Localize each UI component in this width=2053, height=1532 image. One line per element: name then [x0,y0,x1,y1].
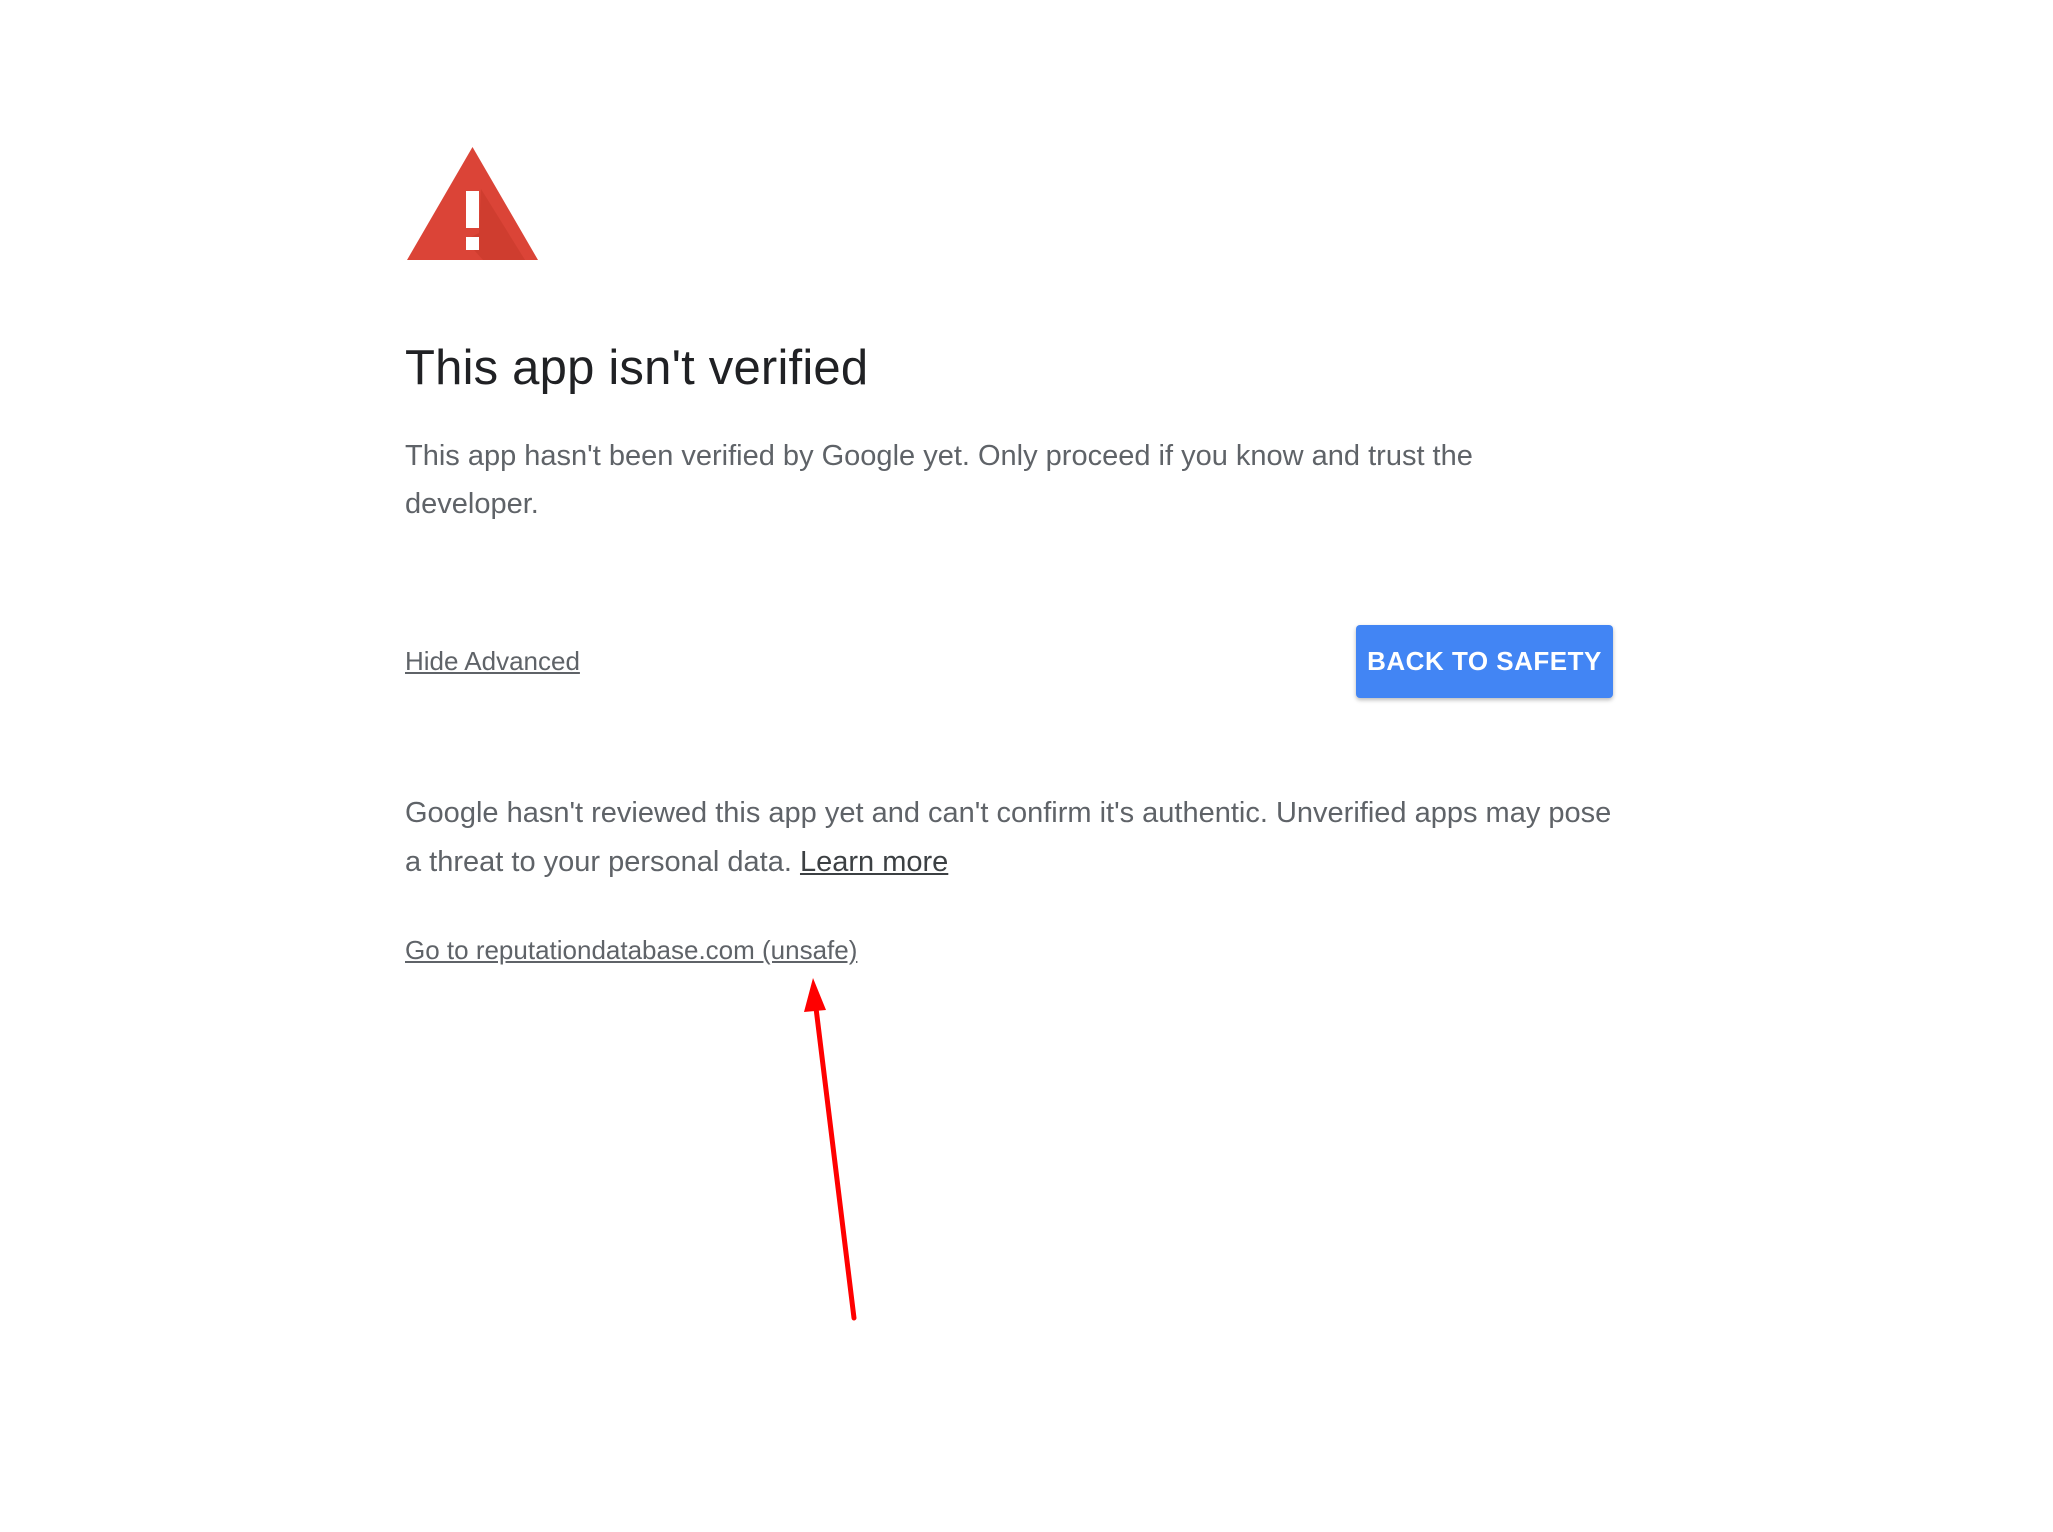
proceed-unsafe-link[interactable]: Go to reputationdatabase.com (unsafe) [405,935,857,966]
red-arrow-annotation [804,978,857,1321]
details-message: Google hasn't reviewed this app yet and … [405,797,1612,878]
interstitial-page: This app isn't verified This app hasn't … [0,0,2053,1532]
learn-more-link[interactable]: Learn more [800,846,948,878]
warning-triangle-icon [407,147,538,260]
page-title: This app isn't verified [405,341,869,395]
intro-text: This app hasn't been verified by Google … [405,440,1473,520]
details-text: Google hasn't reviewed this app yet and … [405,789,1625,887]
back-to-safety-button[interactable]: BACK TO SAFETY [1356,625,1613,698]
hide-advanced-link[interactable]: Hide Advanced [405,646,580,677]
